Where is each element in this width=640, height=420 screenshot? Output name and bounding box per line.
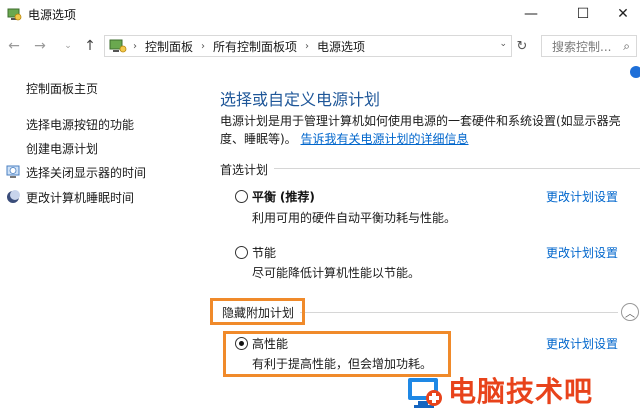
forward-button[interactable]: → <box>30 36 50 56</box>
preferred-plans-header: 首选计划 <box>220 161 275 178</box>
breadcrumb-control-panel[interactable]: 控制面板 <box>145 38 193 55</box>
change-plan-settings-balanced[interactable]: 更改计划设置 <box>546 188 618 205</box>
title-bar: 电源选项 — ☐ ✕ <box>0 0 640 28</box>
arrow-up-icon: ↑ <box>84 38 96 54</box>
section-divider <box>220 168 640 169</box>
address-bar[interactable]: › 控制面板 › 所有控制面板项 › 电源选项 ⌄ <box>104 35 512 57</box>
breadcrumb-power-options[interactable]: 电源选项 <box>317 38 365 55</box>
chevron-up-icon: ︿ <box>625 308 635 320</box>
change-plan-settings-high-performance[interactable]: 更改计划设置 <box>546 335 618 352</box>
sidebar-item-display-off[interactable]: 选择关闭显示器的时间 <box>26 164 146 181</box>
computer-logo-icon <box>408 378 442 408</box>
back-button[interactable]: ← <box>4 36 24 56</box>
address-dropdown-icon[interactable]: ⌄ <box>499 39 507 49</box>
arrow-left-icon: ← <box>8 38 20 54</box>
monitor-clock-icon <box>6 165 20 178</box>
recent-locations-button[interactable]: ⌄ <box>58 36 78 56</box>
refresh-button[interactable]: ↻ <box>514 38 530 54</box>
radio-balanced[interactable] <box>235 190 248 203</box>
page-description: 电源计划是用于管理计算机如何使用电源的一套硬件和系统设置(如显示器亮度、睡眠等)… <box>220 112 630 148</box>
control-panel-icon <box>109 39 127 53</box>
power-options-icon <box>7 8 22 21</box>
plan-balanced-name[interactable]: 平衡 (推荐) <box>252 188 315 205</box>
minimize-icon: — <box>524 6 538 22</box>
moon-icon <box>7 190 20 203</box>
plan-high-performance-name[interactable]: 高性能 <box>252 335 288 352</box>
up-button[interactable]: ↑ <box>80 36 100 56</box>
radio-power-saver[interactable] <box>235 246 248 259</box>
arrow-right-icon: → <box>34 38 46 54</box>
minimize-button[interactable]: — <box>508 0 554 28</box>
plan-balanced-label: 平衡 <box>252 190 277 204</box>
plan-balanced-suffix: (推荐) <box>279 190 315 204</box>
maximize-icon: ☐ <box>576 6 590 22</box>
sidebar-item-control-panel-home[interactable]: 控制面板主页 <box>26 80 98 97</box>
sidebar-item-create-plan[interactable]: 创建电源计划 <box>26 140 98 157</box>
help-indicator[interactable] <box>630 66 640 78</box>
breadcrumb-separator: › <box>133 40 137 52</box>
plan-balanced-desc: 利用可用的硬件自动平衡功耗与性能。 <box>252 211 457 225</box>
plan-power-saver-name[interactable]: 节能 <box>252 244 276 261</box>
search-input[interactable]: 搜索控制... ⌕ <box>541 35 637 57</box>
watermark: 电脑技术吧 <box>400 366 640 416</box>
navigation-bar: ← → ⌄ ↑ › 控制面板 › 所有控制面板项 › 电源选项 ⌄ ↻ 搜索控制… <box>0 32 640 60</box>
page-title: 选择或自定义电源计划 <box>220 90 381 109</box>
breadcrumb-all-items[interactable]: 所有控制面板项 <box>213 38 297 55</box>
refresh-icon: ↻ <box>516 38 528 54</box>
watermark-text: 电脑技术吧 <box>448 375 594 408</box>
learn-more-link[interactable]: 告诉我有关电源计划的详细信息 <box>301 132 469 146</box>
sidebar-item-sleep[interactable]: 更改计算机睡眠时间 <box>26 189 134 206</box>
close-icon: ✕ <box>617 6 629 22</box>
breadcrumb-separator[interactable]: › <box>305 41 309 52</box>
plan-power-saver-desc: 尽可能降低计算机性能以节能。 <box>252 266 421 280</box>
search-placeholder: 搜索控制... <box>552 39 612 54</box>
collapse-button[interactable]: ︿ <box>621 303 639 321</box>
chevron-down-icon: ⌄ <box>64 41 72 51</box>
search-icon[interactable]: ⌕ <box>623 39 630 54</box>
window-title: 电源选项 <box>28 8 77 22</box>
close-button[interactable]: ✕ <box>600 0 640 28</box>
section-divider <box>300 312 618 313</box>
change-plan-settings-power-saver[interactable]: 更改计划设置 <box>546 244 618 261</box>
radio-high-performance[interactable] <box>235 337 248 350</box>
hidden-plans-header[interactable]: 隐藏附加计划 <box>222 304 301 321</box>
breadcrumb-separator[interactable]: › <box>201 41 205 52</box>
sidebar-item-power-button[interactable]: 选择电源按钮的功能 <box>26 116 134 133</box>
